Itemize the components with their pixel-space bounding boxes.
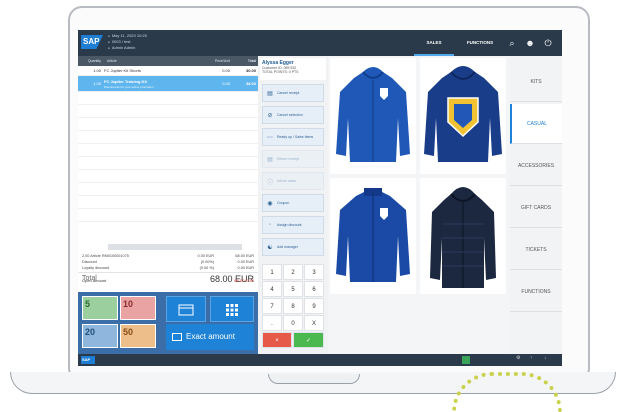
key-2[interactable]: 2 bbox=[283, 264, 303, 280]
cash-icon bbox=[172, 333, 182, 341]
cart-table: Quantity Article Price/Unit Total 1.00 F… bbox=[78, 56, 258, 268]
empty-row bbox=[78, 118, 258, 131]
assign-discount-button[interactable]: ◦ Assign discount bbox=[262, 216, 324, 234]
track-jacket-image bbox=[336, 188, 410, 282]
cancel-icon: ⊘ bbox=[267, 112, 273, 119]
empty-row bbox=[78, 157, 258, 170]
status-indicator bbox=[462, 356, 470, 364]
category-functions[interactable]: FUNCTIONS bbox=[510, 272, 562, 312]
tab-sales[interactable]: SALES bbox=[414, 30, 454, 56]
bill-5-button[interactable]: 5 bbox=[82, 296, 118, 320]
key-4[interactable]: 4 bbox=[262, 281, 282, 297]
crest-hoodie-image bbox=[424, 66, 502, 162]
receipt-icon: ▤ bbox=[267, 90, 273, 97]
key-9[interactable]: 9 bbox=[304, 298, 324, 314]
sap-logo: SAP bbox=[81, 35, 103, 49]
open-amount: Open amount 68.00 EUR bbox=[82, 278, 254, 283]
pos-screen: SAP May 11, 2023 10:25 0003 / test Admin… bbox=[78, 30, 562, 366]
sales-items-button[interactable]: ⋯ Ready up / Sales Items bbox=[262, 128, 324, 146]
network-icon[interactable]: ↑ bbox=[530, 355, 533, 361]
empty-row bbox=[78, 209, 258, 222]
category-kits[interactable]: KITS bbox=[510, 62, 562, 102]
key-5[interactable]: 5 bbox=[283, 281, 303, 297]
horizontal-scrollbar[interactable] bbox=[108, 244, 242, 250]
footer-sap-logo: SAP bbox=[81, 356, 95, 364]
empty-row bbox=[78, 131, 258, 144]
keypad-cancel-button[interactable]: × bbox=[262, 332, 292, 348]
hoodie-image bbox=[336, 67, 410, 162]
product-tile-dark-winter-coat[interactable] bbox=[420, 178, 506, 294]
return-icon: ▤ bbox=[267, 156, 273, 163]
empty-row bbox=[78, 105, 258, 118]
user-icon[interactable]: ☻ bbox=[524, 37, 536, 49]
bill-20-button[interactable]: 20 bbox=[82, 324, 118, 348]
product-tile-blue-zip-hoodie[interactable] bbox=[330, 58, 416, 174]
search-icon[interactable]: ⌕ bbox=[506, 37, 518, 49]
return-receipt-button[interactable]: ▤ Return receipt bbox=[262, 150, 324, 168]
empty-row bbox=[78, 92, 258, 105]
inform-sales-button[interactable]: ⓘ Inform sales bbox=[262, 172, 324, 190]
product-tile-blue-track-jacket[interactable] bbox=[330, 178, 416, 294]
key-0[interactable]: 0 bbox=[283, 315, 303, 331]
key-decimal[interactable]: . bbox=[262, 315, 282, 331]
keypad-confirm-button[interactable]: ✓ bbox=[293, 332, 324, 348]
card-icon bbox=[178, 304, 194, 316]
bill-50-button[interactable]: 50 bbox=[120, 324, 156, 348]
settings-icon[interactable]: ⚙ bbox=[516, 355, 520, 361]
empty-row bbox=[78, 183, 258, 196]
tab-functions[interactable]: FUNCTIONS bbox=[458, 30, 502, 56]
discount-icon: ◦ bbox=[268, 222, 272, 228]
category-casual[interactable]: CASUAL bbox=[510, 104, 562, 144]
list-icon: ⋯ bbox=[267, 134, 273, 141]
grid-icon bbox=[226, 304, 238, 316]
cart-header: Quantity Article Price/Unit Total bbox=[78, 56, 258, 66]
bill-10-button[interactable]: 10 bbox=[120, 296, 156, 320]
payment-panel: 5 10 20 50 Exact amount bbox=[78, 292, 258, 354]
category-gift-cards[interactable]: GIFT CARDS bbox=[510, 188, 562, 228]
key-7[interactable]: 7 bbox=[262, 298, 282, 314]
manager-icon: ☯ bbox=[267, 244, 273, 251]
card-payment-button[interactable] bbox=[166, 296, 206, 322]
download-icon[interactable]: ↓ bbox=[544, 355, 547, 361]
cancel-selection-button[interactable]: ⊘ Cancel selection bbox=[262, 106, 324, 124]
cancel-receipt-button[interactable]: ▤ Cancel receipt bbox=[262, 84, 324, 102]
coupon-icon: ◉ bbox=[267, 200, 273, 207]
category-accessories[interactable]: ACCESSORIES bbox=[510, 146, 562, 186]
product-tile-navy-crest-hoodie[interactable] bbox=[420, 58, 506, 174]
empty-row bbox=[78, 170, 258, 183]
table-row-selected[interactable]: 1.00 FC Jupiter Training Kit Discount as … bbox=[78, 76, 258, 92]
winter-coat-image bbox=[430, 187, 496, 288]
key-1[interactable]: 1 bbox=[262, 264, 282, 280]
info-icon: ⓘ bbox=[266, 179, 273, 186]
key-6[interactable]: 6 bbox=[304, 281, 324, 297]
coupon-button[interactable]: ◉ Coupon bbox=[262, 194, 324, 212]
category-tickets[interactable]: TICKETS bbox=[510, 230, 562, 270]
header-bar: SAP May 11, 2023 10:25 0003 / test Admin… bbox=[78, 30, 562, 56]
empty-row bbox=[78, 196, 258, 209]
table-row[interactable]: 1.00 FC Jupiter Kit Shorts 0.00 30.00 bbox=[78, 66, 258, 76]
status-bar: SAP ⚙ ↑ ↓ bbox=[78, 354, 562, 366]
action-column: Alyssa Egger Customer ID: 085 532 TOTAL … bbox=[258, 56, 328, 354]
exact-amount-button[interactable]: Exact amount bbox=[166, 324, 254, 350]
session-info: May 11, 2023 10:25 0003 / test Admin Adm… bbox=[108, 33, 147, 51]
add-manager-button[interactable]: ☯ Add manager bbox=[262, 238, 324, 256]
customer-card[interactable]: Alyssa Egger Customer ID: 085 532 TOTAL … bbox=[260, 58, 326, 80]
category-sidebar: KITS CASUAL ACCESSORIES GIFT CARDS TICKE… bbox=[510, 56, 562, 354]
laptop-notch bbox=[268, 374, 360, 384]
key-clear[interactable]: X bbox=[304, 315, 324, 331]
more-payments-button[interactable] bbox=[210, 296, 254, 322]
empty-row bbox=[78, 144, 258, 157]
power-icon[interactable]: ⏻ bbox=[542, 37, 554, 49]
key-3[interactable]: 3 bbox=[304, 264, 324, 280]
key-8[interactable]: 8 bbox=[283, 298, 303, 314]
